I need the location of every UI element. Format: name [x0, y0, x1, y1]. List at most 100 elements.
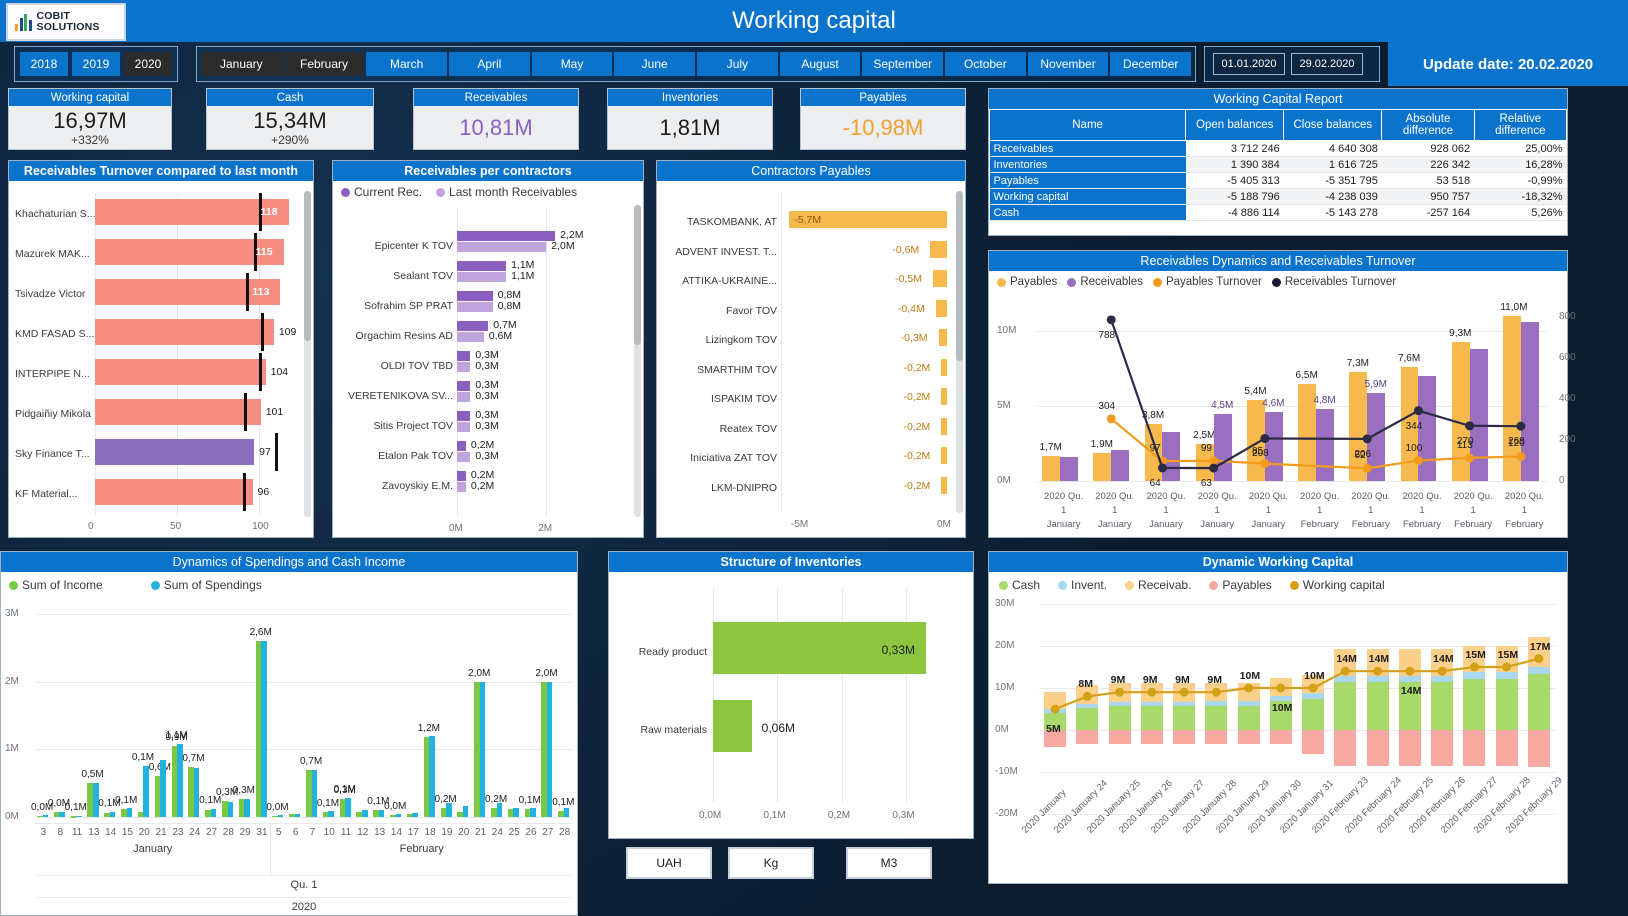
bar[interactable]	[936, 300, 947, 317]
bar[interactable]	[76, 816, 82, 818]
bar[interactable]	[1265, 412, 1283, 481]
bar[interactable]	[1470, 349, 1488, 481]
bar[interactable]	[95, 479, 253, 505]
bar[interactable]	[95, 399, 261, 425]
bar[interactable]	[941, 418, 947, 435]
stack-segment[interactable]	[1238, 683, 1260, 701]
bar[interactable]	[1042, 456, 1060, 482]
bar[interactable]	[160, 760, 166, 817]
stack-segment-payables[interactable]	[1205, 730, 1227, 744]
month-chip-september[interactable]: September	[862, 52, 943, 76]
chart-dynamics-spendings[interactable]: Sum of IncomeSum of Spendings0M1M2M3M0,0…	[1, 572, 577, 915]
month-chip-june[interactable]: June	[614, 52, 695, 76]
month-chip-april[interactable]: April	[449, 52, 530, 76]
bar[interactable]	[328, 811, 334, 817]
month-chip-november[interactable]: November	[1028, 52, 1109, 76]
bar[interactable]	[457, 321, 488, 331]
month-chip-may[interactable]: May	[532, 52, 613, 76]
date-to-input[interactable]: 29.02.2020	[1291, 53, 1363, 75]
stack-segment[interactable]	[1496, 672, 1518, 679]
stack-segment[interactable]	[1076, 704, 1098, 708]
bar[interactable]	[457, 411, 470, 421]
vertical-scrollbar[interactable]	[304, 191, 311, 517]
bar[interactable]	[1521, 322, 1539, 481]
bar[interactable]	[194, 768, 200, 817]
bar[interactable]	[939, 329, 947, 346]
scrollbar-thumb[interactable]	[304, 191, 311, 341]
bar[interactable]	[127, 808, 133, 817]
scrollbar-thumb[interactable]	[956, 191, 963, 361]
stack-segment[interactable]	[1431, 676, 1453, 682]
bar[interactable]	[457, 392, 470, 402]
unit-button-uah[interactable]: UAH	[626, 847, 712, 879]
stack-segment-payables[interactable]	[1076, 730, 1098, 744]
stack-segment[interactable]	[1141, 706, 1163, 730]
chart-structure-inventories[interactable]: 0,0M0,1M0,2M0,3MReady product0,33MRaw ma…	[609, 572, 973, 838]
stack-segment-payables[interactable]	[1463, 730, 1485, 766]
year-chip-2018[interactable]: 2018	[20, 52, 68, 76]
vertical-scrollbar[interactable]	[634, 205, 641, 517]
bar[interactable]	[95, 359, 266, 385]
year-chip-2019[interactable]: 2019	[72, 52, 120, 76]
stack-segment[interactable]	[1463, 679, 1485, 730]
bar[interactable]	[1214, 414, 1232, 482]
chart-contractors-payables[interactable]: -5M0MTASKOMBANK, AT-5,7MADVENT INVEST. T…	[657, 181, 965, 537]
bar[interactable]	[457, 471, 466, 481]
year-slicer[interactable]: 2018 2019 2020	[14, 46, 178, 82]
date-from-input[interactable]: 01.01.2020	[1213, 53, 1285, 75]
bar[interactable]	[457, 362, 470, 372]
bar[interactable]	[1111, 450, 1129, 482]
chart-receivables-per-contractors[interactable]: Current Rec.Last month Receivables0M2MEp…	[333, 181, 643, 537]
scrollbar-thumb[interactable]	[634, 205, 641, 345]
year-chip-2020[interactable]: 2020	[124, 52, 172, 76]
bar[interactable]	[295, 814, 301, 817]
month-chip-october[interactable]: October	[945, 52, 1026, 76]
stack-segment[interactable]	[1367, 682, 1389, 730]
stack-segment[interactable]	[1044, 692, 1066, 709]
bar[interactable]	[1060, 457, 1078, 481]
bar[interactable]	[941, 447, 947, 464]
stack-segment[interactable]	[1334, 682, 1356, 730]
bar[interactable]	[463, 806, 469, 817]
bar[interactable]	[457, 291, 493, 301]
bar[interactable]	[457, 482, 466, 492]
stack-segment-payables[interactable]	[1109, 730, 1131, 744]
bar[interactable]	[211, 809, 217, 817]
stack-segment-payables[interactable]	[1367, 730, 1389, 766]
bar[interactable]	[1247, 400, 1265, 481]
vertical-scrollbar[interactable]	[956, 191, 963, 513]
stack-segment[interactable]	[1205, 701, 1227, 706]
stack-segment[interactable]	[1302, 693, 1324, 699]
bar[interactable]	[446, 803, 452, 817]
bar[interactable]	[564, 808, 570, 817]
chart-receivables-dynamics[interactable]: PayablesReceivablesPayables TurnoverRece…	[989, 271, 1567, 537]
bar[interactable]	[930, 241, 947, 258]
bar[interactable]	[457, 381, 470, 391]
stack-segment[interactable]	[1205, 706, 1227, 730]
month-slicer[interactable]: January February March April May June Ju…	[196, 46, 1196, 82]
date-range-slicer[interactable]: 01.01.2020 29.02.2020	[1204, 46, 1380, 82]
stack-segment-payables[interactable]	[1238, 730, 1260, 744]
bar[interactable]	[530, 808, 536, 817]
bar[interactable]	[457, 441, 466, 451]
month-chip-february[interactable]: February	[284, 52, 365, 76]
bar[interactable]	[345, 798, 351, 817]
stack-segment[interactable]	[1528, 674, 1550, 730]
month-chip-january[interactable]: January	[201, 52, 282, 76]
bar[interactable]	[1093, 453, 1111, 482]
bar[interactable]	[396, 814, 402, 817]
month-chip-december[interactable]: December	[1110, 52, 1191, 76]
stack-segment[interactable]	[1270, 678, 1292, 696]
bar[interactable]	[497, 803, 503, 817]
stack-segment[interactable]	[1044, 709, 1066, 713]
bar[interactable]	[457, 231, 555, 241]
bar[interactable]	[228, 802, 234, 817]
stack-segment[interactable]	[1431, 682, 1453, 730]
stack-segment[interactable]	[1109, 706, 1131, 730]
unit-button-m3[interactable]: M3	[846, 847, 932, 879]
bar[interactable]	[457, 422, 470, 432]
stack-segment[interactable]	[1399, 676, 1421, 682]
chart-dynamic-working-capital[interactable]: CashInvent.Receivab.PayablesWorking capi…	[989, 572, 1567, 883]
stack-segment[interactable]	[1270, 696, 1292, 701]
stack-segment[interactable]	[1399, 649, 1421, 675]
